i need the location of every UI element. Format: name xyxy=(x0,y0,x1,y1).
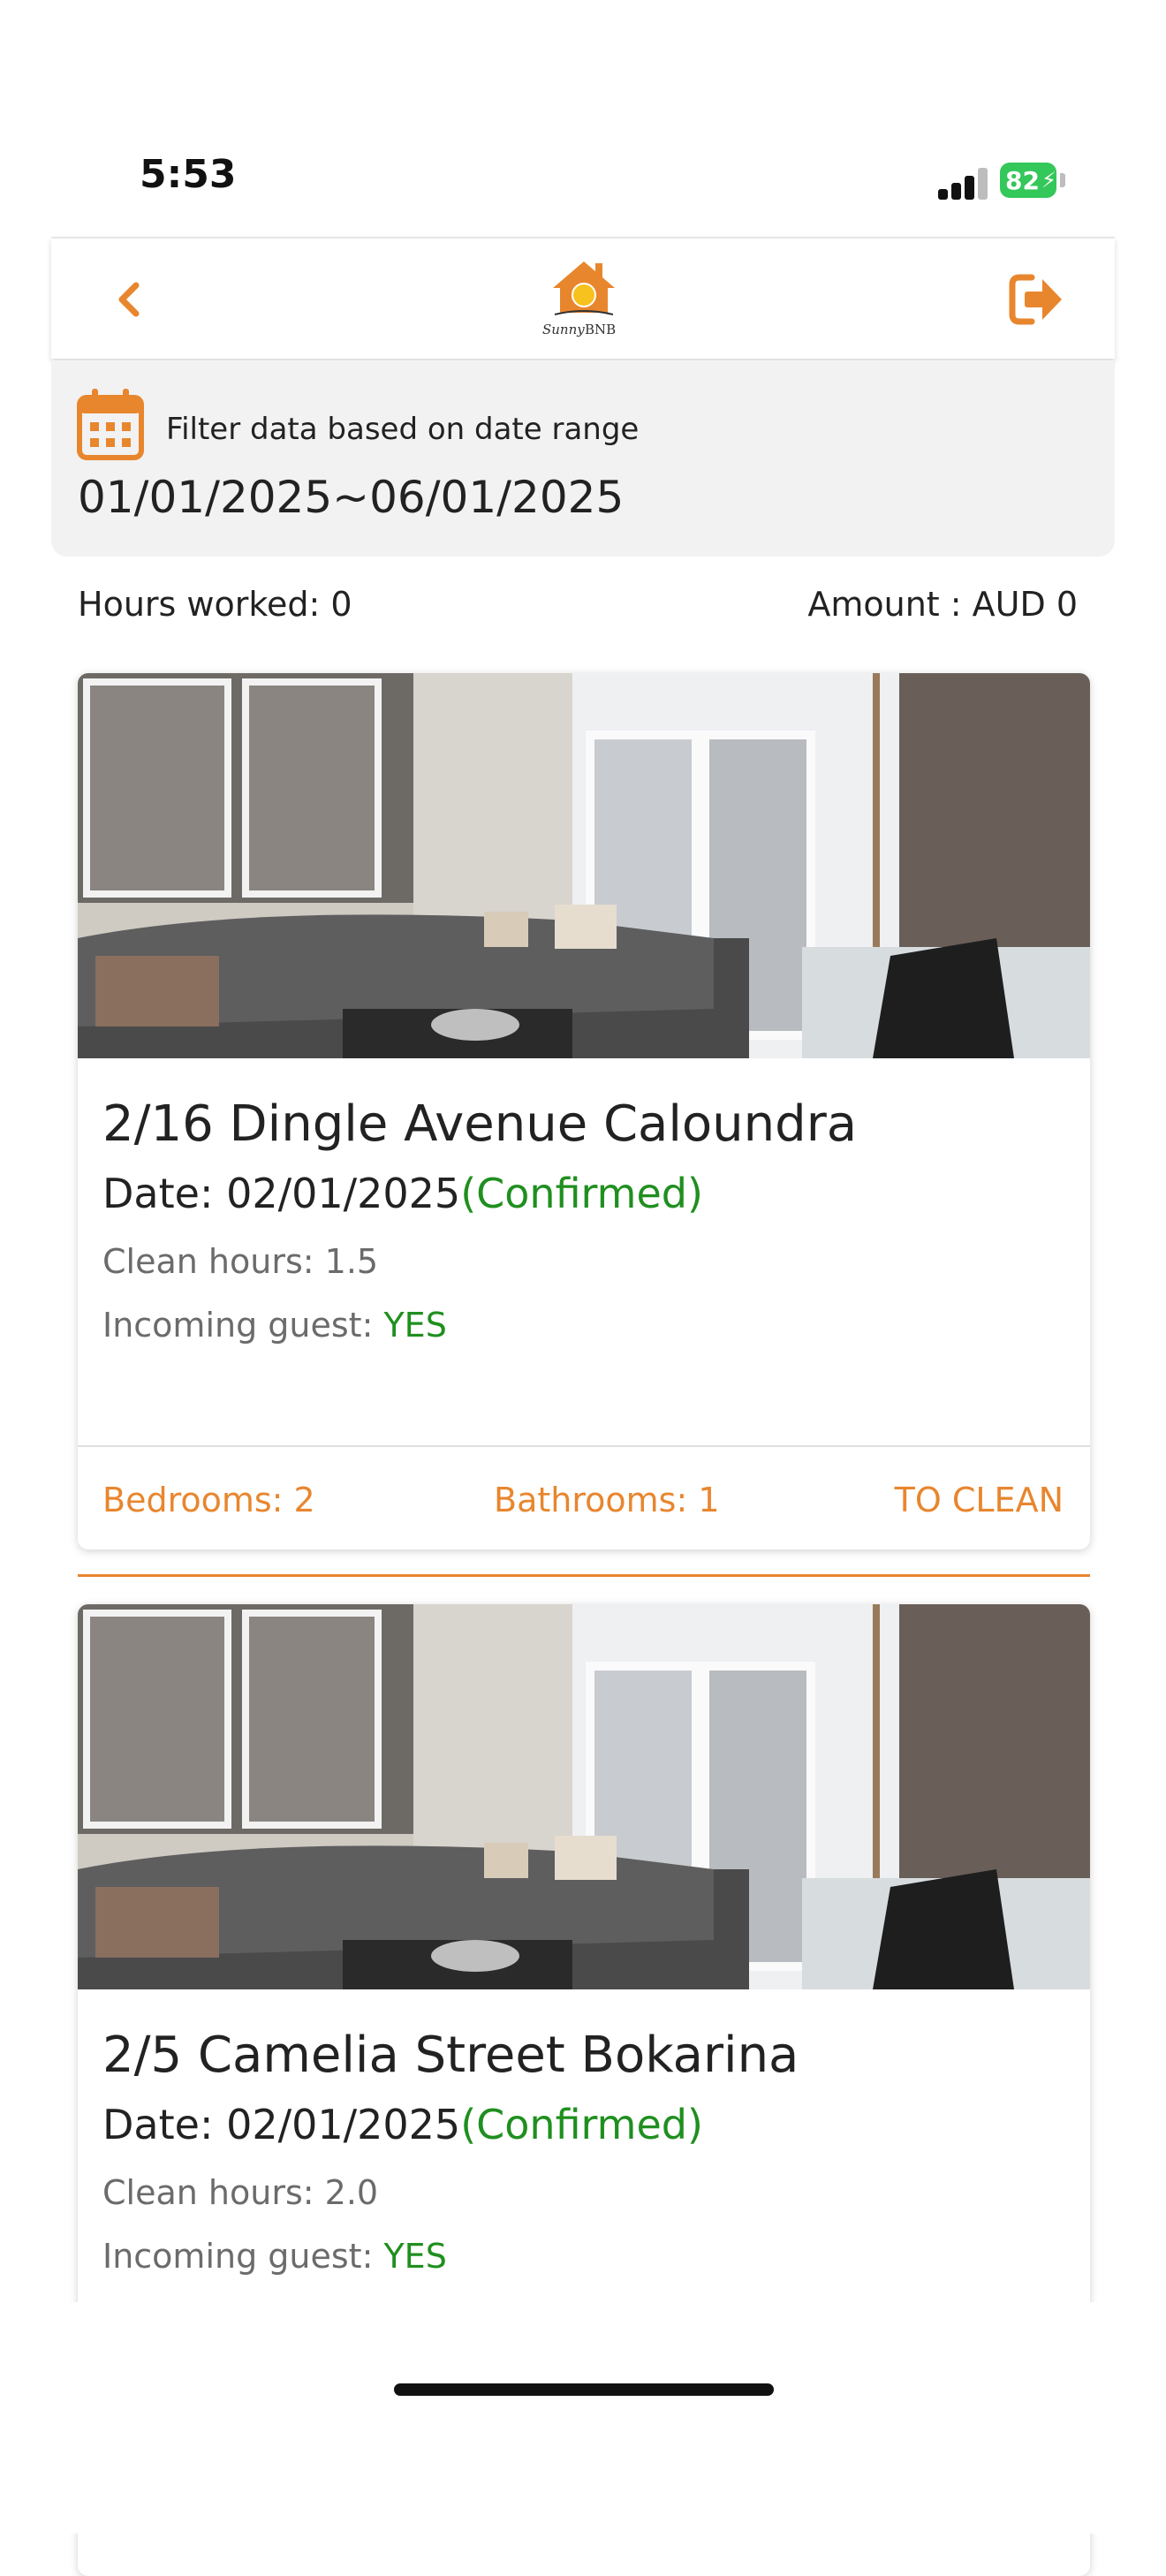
property-photo xyxy=(78,1604,1090,1989)
property-address: 2/16 Dingle Avenue Caloundra xyxy=(102,1095,858,1153)
bathrooms: Bathrooms: 1 xyxy=(494,1481,720,1519)
incoming-guest-label: Incoming guest: xyxy=(102,1306,384,1345)
amount-total: Amount : AUD 0 xyxy=(807,585,1078,624)
status-time: 5:53 xyxy=(140,152,237,197)
svg-text:Sunny: Sunny xyxy=(542,322,585,337)
incoming-guest: Incoming guest: YES xyxy=(102,1306,447,1345)
card-footer: Bedrooms: 2 Bathrooms: 1 TO CLEAN xyxy=(78,1445,1090,1549)
date-text: Date: 02/01/2025 xyxy=(102,2101,461,2148)
hours-worked: Hours worked: 0 xyxy=(78,585,352,624)
clean-hours: Clean hours: 1.5 xyxy=(102,1242,379,1281)
job-date: Date: 02/01/2025(Confirmed) xyxy=(102,1170,703,1217)
status-badge: (Confirmed) xyxy=(460,1170,703,1217)
logout-icon xyxy=(1009,274,1062,325)
date-range-value[interactable]: 01/01/2025~06/01/2025 xyxy=(78,472,624,523)
earnings-summary: Hours worked: 0 Amount : AUD 0 xyxy=(78,585,1078,624)
incoming-guest: Incoming guest: YES xyxy=(102,2237,447,2276)
card-divider xyxy=(78,1574,1090,1577)
signal-icon xyxy=(938,168,988,200)
job-date: Date: 02/01/2025(Confirmed) xyxy=(102,2101,703,2148)
date-filter[interactable]: Filter data based on date range 01/01/20… xyxy=(51,360,1115,557)
chevron-left-icon xyxy=(118,282,140,317)
battery-cap xyxy=(1060,173,1065,187)
home-indicator[interactable] xyxy=(394,2383,774,2396)
filter-label: Filter data based on date range xyxy=(166,412,640,447)
date-text: Date: 02/01/2025 xyxy=(102,1170,461,1217)
status-bar: 5:53 82 ⚡ xyxy=(0,0,1166,239)
app-header: Sunny BNB xyxy=(51,237,1115,359)
status-badge: (Confirmed) xyxy=(460,2101,703,2148)
battery-level: 82 xyxy=(1005,165,1040,195)
incoming-guest-value: YES xyxy=(383,2237,447,2276)
clean-hours: Clean hours: 2.0 xyxy=(102,2173,379,2212)
property-photo xyxy=(78,673,1090,1058)
sunnybnb-logo: Sunny BNB xyxy=(535,258,632,346)
battery-icon: 82 ⚡ xyxy=(1000,163,1056,198)
property-address: 2/5 Camelia Street Bokarina xyxy=(102,2027,799,2084)
job-card[interactable]: 2/16 Dingle Avenue Caloundra Date: 02/01… xyxy=(78,673,1090,1549)
to-clean-button[interactable]: TO CLEAN xyxy=(895,1481,1064,1519)
bottom-safe-area xyxy=(0,2302,1166,2534)
logout-button[interactable] xyxy=(1007,272,1065,327)
incoming-guest-value: YES xyxy=(383,1306,447,1345)
calendar-icon xyxy=(77,389,144,460)
bedrooms: Bedrooms: 2 xyxy=(102,1481,315,1519)
back-button[interactable] xyxy=(97,269,159,330)
svg-text:BNB: BNB xyxy=(585,322,616,337)
incoming-guest-label: Incoming guest: xyxy=(102,2237,384,2276)
